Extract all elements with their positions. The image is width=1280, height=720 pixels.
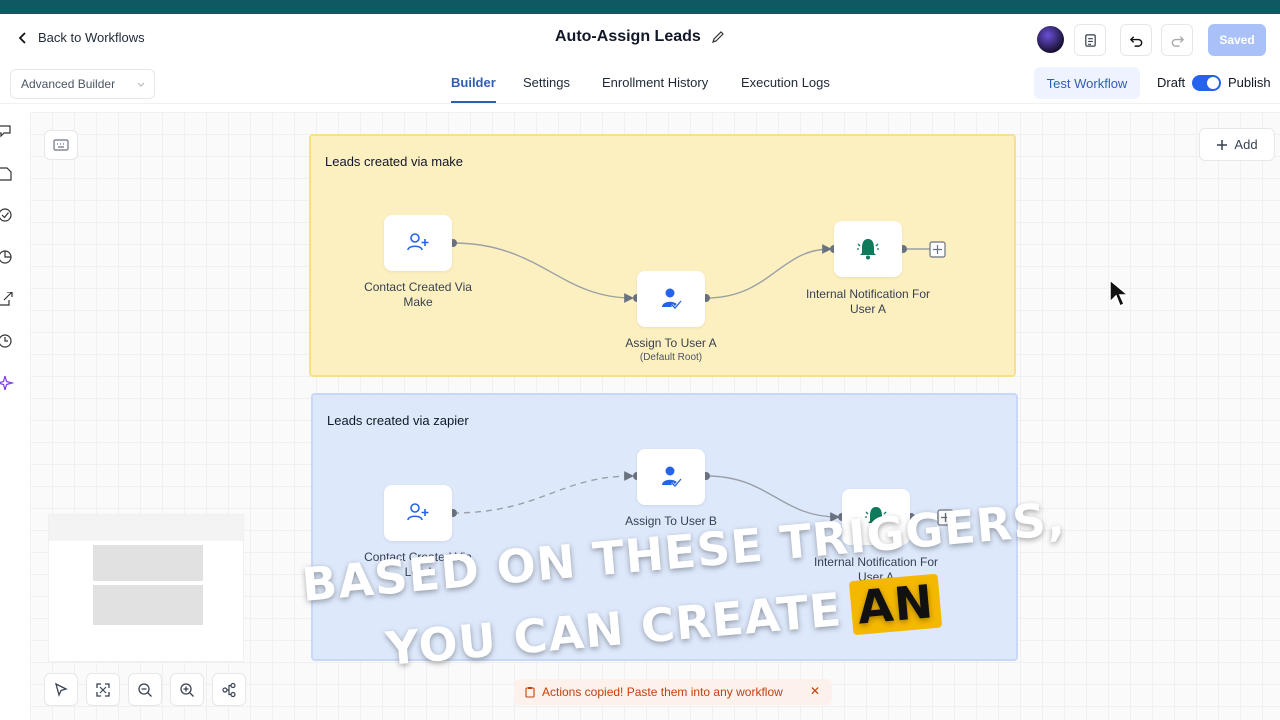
toast-text: Actions copied! Paste them into any work… bbox=[542, 685, 783, 699]
tab-builder[interactable]: Builder bbox=[451, 75, 496, 103]
pencil-icon[interactable] bbox=[711, 30, 725, 44]
tab-enrollment-history[interactable]: Enrollment History bbox=[602, 75, 708, 90]
test-workflow-button[interactable]: Test Workflow bbox=[1034, 67, 1140, 99]
undo-button[interactable] bbox=[1120, 24, 1152, 56]
toast-notification: Actions copied! Paste them into any work… bbox=[514, 679, 832, 705]
node-label-line1: Internal Notification For bbox=[813, 555, 939, 569]
close-icon[interactable]: ✕ bbox=[810, 684, 820, 698]
publish-toggle[interactable] bbox=[1192, 75, 1221, 91]
tab-settings[interactable]: Settings bbox=[523, 75, 570, 90]
minimap-block-make bbox=[93, 545, 203, 581]
file-icon[interactable] bbox=[0, 167, 14, 181]
node-notify-user-a[interactable] bbox=[834, 221, 902, 277]
comment-icon[interactable] bbox=[0, 124, 14, 138]
redo-icon bbox=[1171, 35, 1184, 47]
zoom-in-icon bbox=[180, 682, 194, 697]
auto-layout-button[interactable] bbox=[212, 673, 246, 706]
tab-execution-logs[interactable]: Execution Logs bbox=[741, 75, 830, 90]
node-notify-user-a-2[interactable] bbox=[842, 489, 910, 545]
notes-icon bbox=[1084, 33, 1096, 47]
zoom-in-button[interactable] bbox=[170, 673, 204, 706]
bell-icon bbox=[865, 507, 887, 528]
node-label: Internal Notification For User A bbox=[806, 555, 946, 585]
browser-top-strip bbox=[0, 0, 1280, 14]
undo-icon bbox=[1129, 35, 1142, 47]
redo-button[interactable] bbox=[1161, 24, 1193, 56]
publish-label: Publish bbox=[1228, 75, 1271, 90]
fit-view-button[interactable] bbox=[86, 673, 120, 706]
clipboard-icon bbox=[525, 687, 535, 698]
group-label: Leads created via make bbox=[325, 154, 464, 169]
user-check-icon bbox=[662, 288, 682, 310]
check-circle-icon[interactable] bbox=[0, 208, 14, 222]
add-button[interactable]: Add bbox=[1199, 128, 1275, 161]
user-plus-icon bbox=[407, 503, 429, 521]
back-label: Back to Workflows bbox=[38, 30, 145, 45]
node-label-line1: Internal Notification For bbox=[805, 287, 931, 301]
expand-icon bbox=[96, 682, 110, 697]
workflow-title-text: Auto-Assign Leads bbox=[555, 28, 701, 45]
draft-label: Draft bbox=[1157, 75, 1186, 90]
sparkle-icon[interactable] bbox=[0, 376, 14, 390]
pie-chart-icon[interactable] bbox=[0, 250, 14, 264]
workflow-header: Back to Workflows Auto-Assign Leads Save… bbox=[0, 14, 1280, 66]
node-contact-created-lead[interactable] bbox=[384, 485, 452, 541]
builder-mode-value: Advanced Builder bbox=[21, 77, 116, 91]
node-label: Contact Created Via Lead bbox=[348, 550, 488, 580]
select-tool-button[interactable] bbox=[44, 673, 78, 706]
chevron-down-icon bbox=[137, 82, 145, 87]
user-plus-icon bbox=[407, 233, 429, 251]
left-rail bbox=[0, 104, 18, 720]
add-label: Add bbox=[1234, 137, 1258, 152]
saved-button[interactable]: Saved bbox=[1208, 24, 1266, 56]
node-contact-created-make[interactable] bbox=[384, 215, 452, 271]
keyboard-shortcuts-button[interactable] bbox=[44, 130, 78, 160]
node-label-line2: Make bbox=[403, 295, 433, 309]
minimap-block-zapier bbox=[93, 585, 203, 625]
user-check-icon bbox=[662, 466, 682, 488]
zoom-out-icon bbox=[138, 682, 152, 697]
node-label-line2: Lead bbox=[404, 565, 432, 579]
plus-icon bbox=[1217, 139, 1228, 150]
node-assign-user-b[interactable] bbox=[637, 449, 705, 505]
share-tree-icon bbox=[222, 682, 236, 697]
zoom-out-button[interactable] bbox=[128, 673, 162, 706]
external-link-icon[interactable] bbox=[0, 292, 14, 306]
clock-icon[interactable] bbox=[0, 334, 14, 348]
node-label: Contact Created Via Make bbox=[348, 280, 488, 310]
node-label-line1: Contact Created Via bbox=[364, 550, 472, 564]
node-assign-user-a[interactable] bbox=[637, 271, 705, 327]
node-label-line2: User A bbox=[857, 570, 894, 584]
builder-mode-select[interactable]: Advanced Builder bbox=[10, 69, 155, 99]
node-label: Assign To User A bbox=[625, 336, 717, 350]
builder-subbar: Advanced Builder Builder Settings Enroll… bbox=[0, 66, 1280, 104]
minimap-header bbox=[49, 515, 243, 541]
pointer-icon bbox=[54, 682, 68, 697]
keyboard-icon bbox=[53, 139, 69, 151]
node-label: Assign To User B bbox=[625, 514, 717, 528]
node-label-line1: Contact Created Via bbox=[364, 280, 472, 294]
chevron-left-icon bbox=[18, 31, 26, 44]
mouse-cursor-icon bbox=[1109, 278, 1130, 308]
minimap[interactable] bbox=[48, 514, 244, 662]
node-sublabel: (Default Root) bbox=[639, 352, 703, 363]
node-label: Internal Notification For User A bbox=[798, 287, 938, 317]
bell-icon bbox=[857, 239, 879, 260]
notes-button[interactable] bbox=[1074, 24, 1106, 56]
avatar[interactable] bbox=[1037, 26, 1064, 53]
node-label-line2: User A bbox=[849, 302, 886, 316]
workflow-title: Auto-Assign Leads bbox=[555, 28, 725, 46]
back-to-workflows-link[interactable]: Back to Workflows bbox=[16, 30, 145, 45]
group-label: Leads created via zapier bbox=[327, 413, 469, 428]
